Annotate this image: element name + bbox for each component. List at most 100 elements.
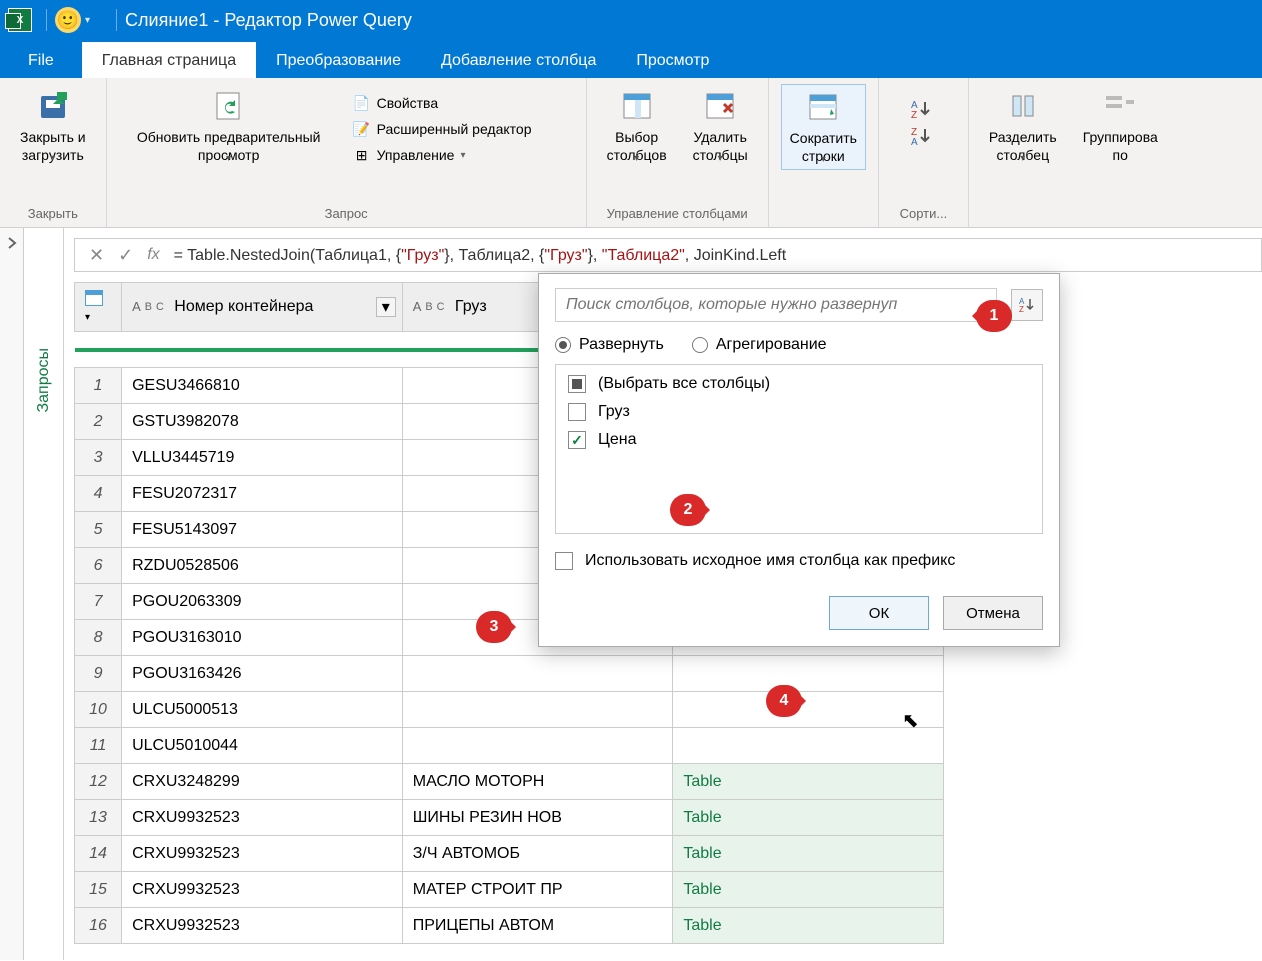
- table-row: 16CRXU9932523ПРИЦЕПЫ АВТОМTable: [75, 908, 944, 944]
- adv-editor-label: Расширенный редактор: [377, 121, 532, 137]
- cargo-checkbox[interactable]: [568, 403, 586, 421]
- manage-label: Управление: [377, 147, 455, 163]
- qat-customize-arrow[interactable]: ▾: [85, 15, 90, 26]
- close-load-icon: [35, 88, 71, 124]
- reduce-rows-group: Сократить строки: [769, 78, 879, 227]
- refresh-preview-button[interactable]: Обновить предварительный просмотр: [119, 84, 339, 168]
- column-header-container[interactable]: ABC Номер контейнера ▾: [122, 283, 403, 332]
- table-type-icon: [85, 290, 103, 306]
- table-row: 12CRXU3248299МАСЛО МОТОРНTable: [75, 764, 944, 800]
- choose-columns-button[interactable]: Выбор столбцов: [599, 84, 675, 168]
- remove-columns-button[interactable]: Удалить столбцы: [685, 84, 756, 168]
- table-row: 9PGOU3163426: [75, 656, 944, 692]
- sidebar-collapse-handle[interactable]: [0, 228, 24, 960]
- query-group: Обновить предварительный просмотр 📄 Свой…: [107, 78, 587, 227]
- ribbon-tabs: File Главная страница Преобразование Доб…: [0, 40, 1262, 78]
- refresh-icon: [211, 88, 247, 124]
- manage-button[interactable]: ⊞ Управление ▾: [349, 144, 536, 166]
- properties-button[interactable]: 📄 Свойства: [349, 92, 536, 114]
- expand-popup: AZ Развернуть Агрегирование (Выбрать все…: [538, 273, 1060, 647]
- split-column-button[interactable]: Разделить столбец: [981, 84, 1065, 168]
- remove-columns-icon: [702, 88, 738, 124]
- remove-columns-label: Удалить столбцы: [693, 128, 748, 164]
- col-container-label: Номер контейнера: [174, 298, 313, 315]
- cargo-checkbox-row[interactable]: Груз: [568, 403, 1030, 421]
- transform-tab[interactable]: Преобразование: [256, 42, 421, 78]
- expand-radio[interactable]: Развернуть: [555, 336, 664, 354]
- refresh-label: Обновить предварительный просмотр: [137, 128, 321, 164]
- sort-desc-button[interactable]: ZA: [909, 125, 937, 150]
- reduce-rows-group-label: [781, 221, 866, 225]
- sort-asc-button[interactable]: AZ: [909, 98, 937, 123]
- group-by-label: Группирова по: [1083, 128, 1158, 164]
- cursor-icon: ⬉: [902, 708, 919, 733]
- prefix-checkbox-row[interactable]: Использовать исходное имя столбца как пр…: [555, 552, 1043, 570]
- search-columns-input[interactable]: [555, 288, 997, 322]
- rownum-header[interactable]: ▾: [75, 283, 122, 332]
- properties-icon: 📄: [353, 94, 371, 112]
- columns-group: Выбор столбцов Удалить столбцы Управлени…: [587, 78, 769, 227]
- abc-type-icon-2: ABC: [413, 299, 445, 314]
- columns-list: (Выбрать все столбцы) Груз Цена: [555, 364, 1043, 534]
- choose-columns-icon: [619, 88, 655, 124]
- table-row: 14CRXU9932523З/Ч АВТОМОБTable: [75, 836, 944, 872]
- select-all-checkbox[interactable]: [568, 375, 586, 393]
- callout-1: 1: [976, 300, 1012, 332]
- group-by-button[interactable]: Группирова по: [1075, 84, 1166, 168]
- abc-type-icon: ABC: [132, 299, 164, 314]
- close-load-label: Закрыть и загрузить: [20, 128, 86, 164]
- close-and-load-button[interactable]: Закрыть и загрузить: [12, 84, 94, 168]
- prefix-checkbox[interactable]: [555, 552, 573, 570]
- split-column-label: Разделить столбец: [989, 128, 1057, 164]
- addcolumn-tab[interactable]: Добавление столбца: [421, 42, 616, 78]
- sort-columns-button[interactable]: AZ: [1011, 289, 1043, 321]
- cancel-button[interactable]: Отмена: [943, 596, 1043, 630]
- column-filter-dropdown[interactable]: ▾: [376, 297, 396, 317]
- formula-bar: ✕ ✓ fx = Table.NestedJoin(Таблица1, {"Гр…: [74, 238, 1262, 272]
- fx-icon[interactable]: fx: [147, 246, 159, 264]
- query-group-label: Запрос: [119, 206, 574, 225]
- choose-columns-label: Выбор столбцов: [607, 128, 667, 164]
- advanced-editor-button[interactable]: 📝 Расширенный редактор: [349, 118, 536, 140]
- col-cargo-label: Груз: [455, 298, 487, 315]
- callout-2: 2: [670, 494, 706, 526]
- file-tab[interactable]: File: [0, 42, 82, 78]
- callout-4: 4: [766, 685, 802, 717]
- price-checkbox[interactable]: [568, 431, 586, 449]
- close-group: Закрыть и загрузить Закрыть: [0, 78, 107, 227]
- formula-text[interactable]: = Table.NestedJoin(Таблица1, {"Груз"}, Т…: [174, 245, 1247, 265]
- group-by-icon: [1102, 88, 1138, 124]
- table-row: 15CRXU9932523МАТЕР СТРОИТ ПРTable: [75, 872, 944, 908]
- callout-3: 3: [476, 611, 512, 643]
- table-row: 11ULCU5010044: [75, 728, 944, 764]
- ok-button[interactable]: ОК: [829, 596, 929, 630]
- qat-divider-2: [116, 9, 117, 31]
- reduce-rows-icon: [805, 89, 841, 125]
- split-column-icon: [1005, 88, 1041, 124]
- svg-text:Z: Z: [911, 110, 917, 120]
- svg-text:Z: Z: [1019, 305, 1024, 314]
- ribbon: Закрыть и загрузить Закрыть Обновить пре…: [0, 78, 1262, 228]
- window-title: Слияние1 - Редактор Power Query: [125, 10, 412, 31]
- smiley-icon[interactable]: 🙂: [55, 7, 81, 33]
- formula-cancel-icon[interactable]: ✕: [89, 245, 104, 266]
- queries-sidebar[interactable]: Запросы: [24, 228, 64, 960]
- table-row: 13CRXU9932523ШИНЫ РЕЗИН НОВTable: [75, 800, 944, 836]
- aggregate-radio[interactable]: Агрегирование: [692, 336, 827, 354]
- price-checkbox-row[interactable]: Цена: [568, 431, 1030, 449]
- main-area: Запросы ✕ ✓ fx = Table.NestedJoin(Таблиц…: [0, 228, 1262, 960]
- view-tab[interactable]: Просмотр: [616, 42, 729, 78]
- manage-icon: ⊞: [353, 146, 371, 164]
- sort-group: AZ ZA Сорти...: [879, 78, 969, 227]
- formula-accept-icon[interactable]: ✓: [118, 245, 133, 266]
- select-all-checkbox-row[interactable]: (Выбрать все столбцы): [568, 375, 1030, 393]
- excel-icon: X: [8, 8, 32, 32]
- transform-group: Разделить столбец Группирова по: [969, 78, 1178, 227]
- reduce-rows-button[interactable]: Сократить строки: [781, 84, 866, 170]
- columns-group-label: Управление столбцами: [599, 206, 756, 225]
- grid-area: ✕ ✓ fx = Table.NestedJoin(Таблица1, {"Гр…: [64, 228, 1262, 960]
- svg-text:A: A: [911, 137, 918, 147]
- sort-group-label: Сорти...: [891, 206, 956, 225]
- qat-divider: [46, 9, 47, 31]
- home-tab[interactable]: Главная страница: [82, 42, 256, 78]
